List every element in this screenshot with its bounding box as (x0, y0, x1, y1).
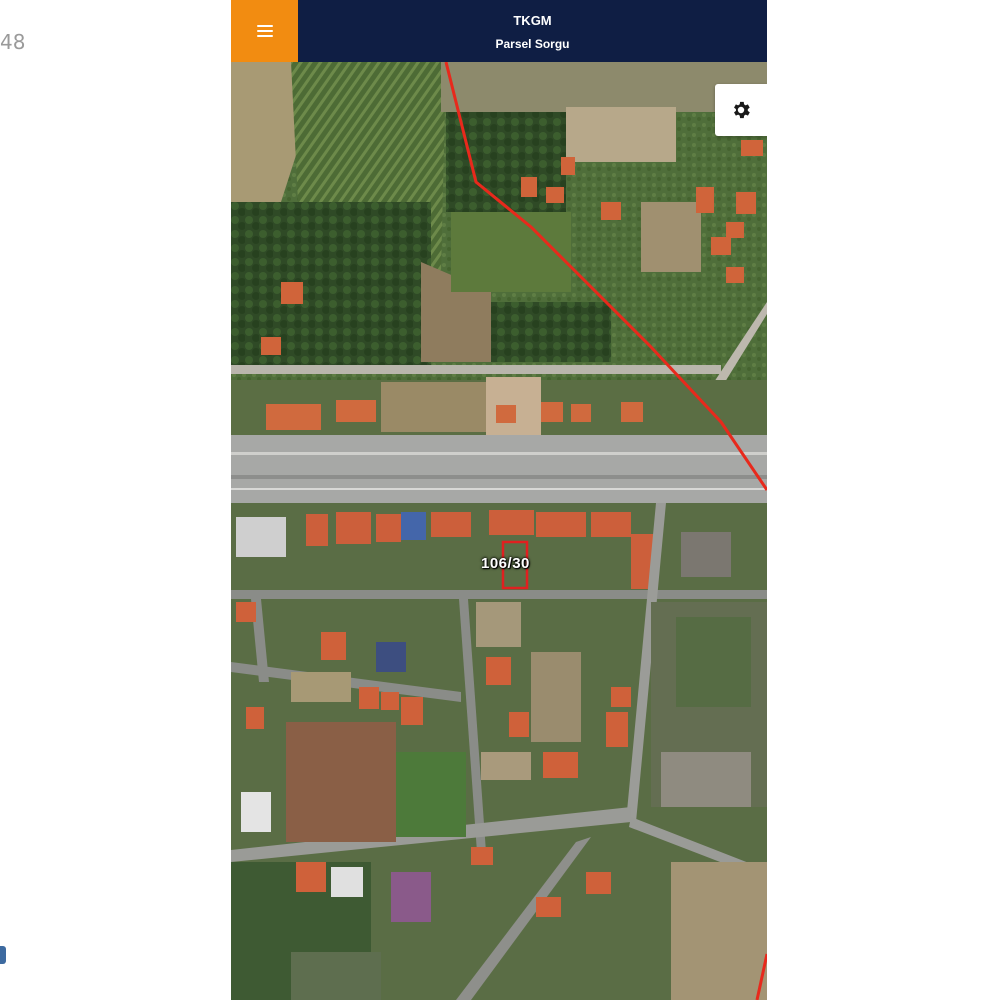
page-subtitle: Parsel Sorgu (495, 37, 570, 51)
menu-button[interactable] (231, 0, 298, 62)
hamburger-menu-icon (256, 25, 273, 37)
app-header: TKGM Parsel Sorgu (231, 0, 767, 62)
background-edge-text: 48 (0, 30, 26, 54)
parcel-number-label[interactable]: 106/30 (481, 555, 530, 572)
app-title: TKGM (513, 13, 552, 28)
map-imagery (231, 62, 767, 1000)
map-settings-button[interactable] (715, 84, 767, 136)
header-titles: TKGM Parsel Sorgu (298, 0, 767, 62)
gear-icon (734, 101, 750, 119)
phone-screen: TKGM Parsel Sorgu 106/30 (231, 0, 767, 1000)
satellite-map[interactable] (231, 62, 767, 1000)
background-edge-marker (0, 946, 6, 964)
